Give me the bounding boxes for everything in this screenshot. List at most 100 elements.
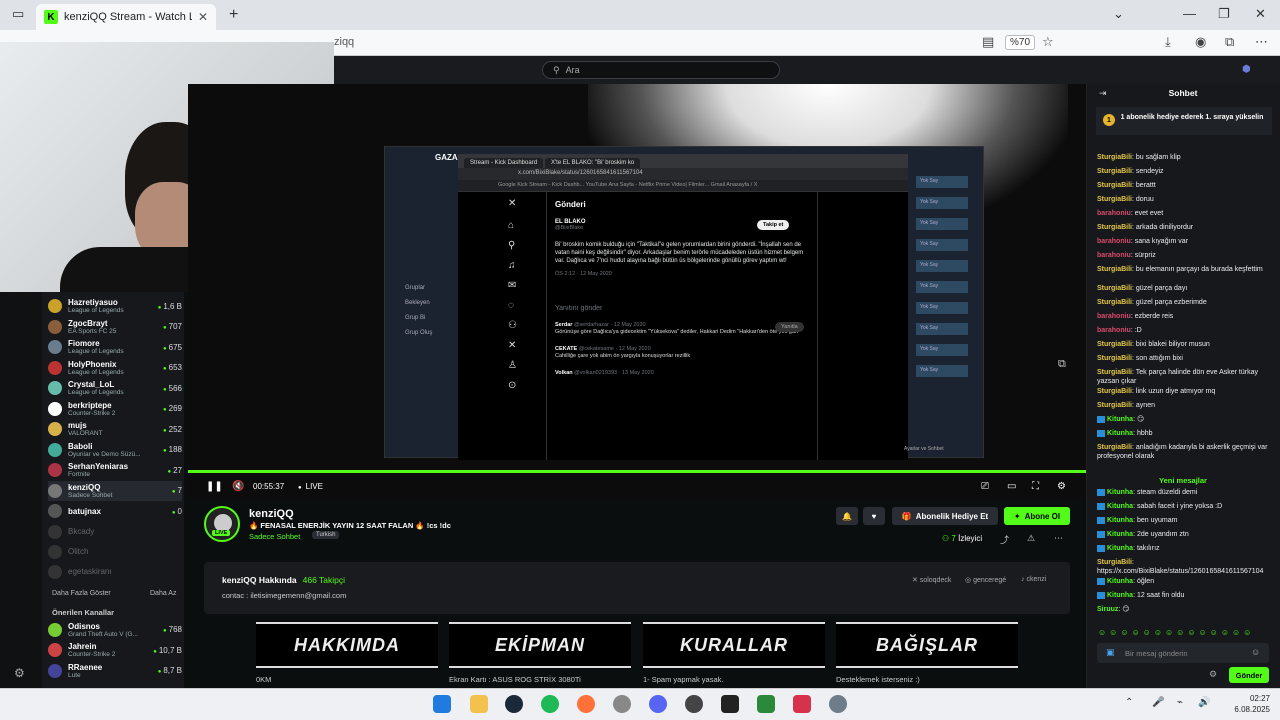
favorite-star-icon[interactable]: ☆ [1042, 34, 1054, 50]
chat-username[interactable]: SturgiaBili [1097, 341, 1132, 348]
show-less-button[interactable]: Daha Az [150, 590, 176, 597]
sidebar-channel[interactable]: kenziQQSadece Sohbet7 [48, 480, 182, 501]
user-avatar-icon[interactable]: ⬢ [1242, 64, 1251, 75]
system-clock[interactable]: 02:27 6.08.2025 [1218, 693, 1270, 715]
sidebar-offline-channel[interactable]: Olitch [48, 542, 182, 562]
chat-username[interactable]: Kitunha [1107, 545, 1133, 552]
reader-mode-icon[interactable]: ▤ [982, 34, 994, 50]
pause-icon[interactable]: ❚❚ [206, 481, 223, 492]
download-icon[interactable]: ⤓ [1165, 34, 1171, 50]
zoom-level[interactable]: %70 [1005, 35, 1036, 50]
chat-message-input[interactable]: Bir mesaj gönderin [1097, 643, 1269, 663]
chat-username[interactable]: Kitunha [1107, 578, 1133, 585]
sidebar-offline-channel[interactable]: Bkcady [48, 522, 182, 542]
steam-icon[interactable] [505, 695, 523, 713]
chat-username[interactable]: Kitunha [1107, 489, 1133, 496]
chat-username[interactable]: SturgiaBili [1097, 355, 1132, 362]
share-icon[interactable]: ⤴ [1000, 533, 1009, 546]
emoji-picker-icon[interactable]: ☺ [1251, 647, 1260, 657]
mute-icon[interactable]: 🔇 [232, 481, 244, 492]
chat-username[interactable]: Kitunha [1107, 430, 1133, 437]
chat-username[interactable]: SturgiaBili [1097, 224, 1132, 231]
chat-username[interactable]: SturgiaBili [1097, 285, 1132, 292]
chat-username[interactable]: Kitunha [1107, 416, 1133, 423]
chat-username[interactable]: SturgiaBili [1097, 196, 1132, 203]
sidebar-channel[interactable]: BaboliOyunlar ve Demo Süzü...188 [48, 440, 182, 460]
sidebar-channel[interactable]: SerhanYeniarasFortnite27 [48, 460, 182, 480]
sidebar-channel[interactable]: mujsVALORANT252 [48, 419, 182, 439]
recommended-channel[interactable]: OdisnosGrand Theft Auto V (G...768 [48, 620, 182, 640]
video-player[interactable]: GAZA Gruplar Bekleyen Grup Bi Grup Oluş … [188, 84, 1086, 498]
new-messages-divider[interactable]: Yeni mesajlar [1086, 476, 1280, 485]
chat-username[interactable]: Siruuz [1097, 606, 1118, 613]
chat-send-button[interactable]: Gönder [1229, 667, 1269, 683]
firefox-icon[interactable] [577, 695, 595, 713]
pinned-gift-banner[interactable]: 1 abonelik hediye ederek 1. sıraya yükse… [1096, 107, 1272, 135]
chat-username[interactable]: SturgiaBili [1097, 388, 1132, 395]
minimize-icon[interactable]: — [1183, 6, 1196, 21]
tab-close-icon[interactable]: ✕ [198, 10, 208, 24]
settings-gear-icon[interactable]: ⚙ [14, 666, 25, 680]
show-more-button[interactable]: Daha Fazla Göster [52, 590, 111, 597]
maximize-icon[interactable]: ❐ [1218, 6, 1230, 22]
url-text[interactable]: ziqq [334, 36, 354, 48]
social-link-tiktok[interactable]: ♪ ckenzi [1021, 576, 1046, 583]
social-link-x[interactable]: ✕ soloqdeck [912, 576, 951, 584]
chat-user-icon[interactable]: ▣ [1106, 647, 1115, 658]
sidebar-channel[interactable]: FiomoreLeague of Legends675 [48, 337, 182, 357]
chat-username[interactable]: Kitunha [1107, 517, 1133, 524]
theatre-icon[interactable]: ▭ [1007, 481, 1016, 492]
chat-username[interactable]: SturgiaBili [1097, 182, 1132, 189]
chat-username[interactable]: barahoniu [1097, 327, 1131, 334]
notification-bell-button[interactable]: 🔔 [836, 507, 858, 525]
chat-username[interactable]: barahoniu [1097, 252, 1131, 259]
new-tab-button[interactable]: + [229, 6, 238, 24]
sidebar-channel[interactable]: Crystal_LoLLeague of Legends566 [48, 378, 182, 398]
progress-bar[interactable] [188, 470, 1086, 473]
chat-username[interactable]: SturgiaBili [1097, 154, 1132, 161]
browser-tab[interactable]: K kenziQQ Stream - Watch Live o ✕ [36, 4, 216, 30]
sidebar-offline-channel[interactable]: egetaskiranı [48, 562, 182, 582]
chat-username[interactable]: SturgiaBili [1097, 444, 1132, 451]
chat-username[interactable]: barahoniu [1097, 238, 1131, 245]
network-icon[interactable]: ⌁ [1177, 697, 1183, 708]
tab-actions-icon[interactable]: ▭ [12, 6, 24, 22]
settings-app-icon[interactable] [613, 695, 631, 713]
profile-icon[interactable]: ◉ [1195, 34, 1206, 50]
close-window-icon[interactable]: ✕ [1255, 6, 1266, 22]
chat-username[interactable]: Kitunha [1107, 531, 1133, 538]
sidebar-channel[interactable]: ZgocBraytEA Sports FC 25707 [48, 317, 182, 337]
app-icon-red[interactable] [793, 695, 811, 713]
emote-row[interactable]: ☺☺☺☺☺☺☺☺☺☺☺☺☺☺ [1098, 628, 1254, 637]
file-explorer-icon[interactable] [470, 695, 488, 713]
recommended-channel[interactable]: JahreinCounter-Strike 210,7 B [48, 640, 182, 660]
theatre-mode-icon[interactable]: ⧉ [1058, 358, 1066, 371]
obs-icon[interactable] [685, 695, 703, 713]
discord-icon[interactable] [649, 695, 667, 713]
chat-username[interactable]: barahoniu [1097, 210, 1131, 217]
social-link-instagram[interactable]: ◎ genceregé [965, 576, 1006, 584]
recommended-channel[interactable]: RRaeneeLute8,7 B [48, 661, 182, 681]
chat-username[interactable]: SturgiaBili [1097, 266, 1132, 273]
panel-donations[interactable]: BAĞIŞLAR [836, 622, 1018, 668]
search-input[interactable]: ⚲ Ara [542, 61, 780, 79]
more-options-icon[interactable]: ⋯ [1054, 533, 1063, 544]
sidebar-channel[interactable]: HazretiyasuoLeague of Legends1,6 B [48, 296, 182, 316]
fullscreen-icon[interactable]: ⛶ [1032, 481, 1039, 492]
windows-start-icon[interactable] [433, 695, 451, 713]
sidebar-channel[interactable]: HolyPhoenixLeague of Legends653 [48, 358, 182, 378]
sidebar-channel[interactable]: batujnax 0 [48, 501, 182, 521]
chat-username[interactable]: SturgiaBili [1097, 299, 1132, 306]
channel-avatar[interactable] [204, 506, 240, 542]
chat-username[interactable]: SturgiaBili [1097, 402, 1132, 409]
kick-dashboard-icon[interactable] [757, 695, 775, 713]
report-icon[interactable]: ⚠ [1027, 533, 1035, 544]
kick-app-icon[interactable] [721, 695, 739, 713]
spotify-icon[interactable] [541, 695, 559, 713]
app-icon-gear[interactable] [829, 695, 847, 713]
chat-username[interactable]: SturgiaBili [1097, 168, 1132, 175]
menu-icon[interactable]: ⋯ [1255, 34, 1268, 50]
panel-equipment[interactable]: EKİPMAN [449, 622, 631, 668]
clip-icon[interactable]: ⎚ [981, 481, 989, 492]
follow-heart-button[interactable]: ♥ [863, 507, 885, 525]
